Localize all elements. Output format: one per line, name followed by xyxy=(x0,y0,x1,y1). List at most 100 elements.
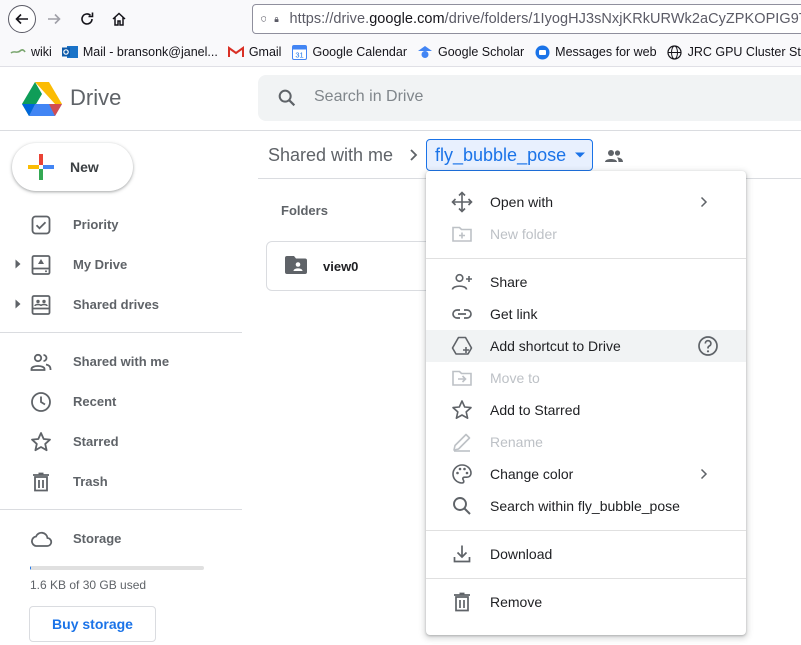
breadcrumb-shared-with-me[interactable]: Shared with me xyxy=(268,145,393,166)
sidebar-item-my-drive[interactable]: My Drive xyxy=(0,244,242,284)
sidebar-item-priority[interactable]: Priority xyxy=(0,204,242,244)
shield-icon xyxy=(261,16,267,22)
sidebar-item-starred[interactable]: Starred xyxy=(0,421,242,461)
menu-item-remove[interactable]: Remove xyxy=(426,586,746,618)
menu-item-download[interactable]: Download xyxy=(426,538,746,570)
bookmark-scholar[interactable]: Google Scholar xyxy=(417,44,524,60)
menu-item-share[interactable]: Share xyxy=(426,266,746,298)
clock-icon xyxy=(31,392,51,412)
home-button[interactable] xyxy=(105,5,133,33)
folder-name: view0 xyxy=(323,259,359,274)
plus-icon xyxy=(28,154,54,180)
arrow-left-icon xyxy=(15,13,28,25)
sidebar-item-recent[interactable]: Recent xyxy=(0,381,242,421)
sidebar-item-shared-drives[interactable]: Shared drives xyxy=(0,284,242,324)
menu-item-open-with[interactable]: Open with xyxy=(426,186,746,218)
caret-right-icon[interactable] xyxy=(14,299,22,309)
svg-text:31: 31 xyxy=(295,50,303,59)
menu-item-label: New folder xyxy=(490,226,557,242)
menu-item-add-to-starred[interactable]: Add to Starred xyxy=(426,394,746,426)
sidebar-item-label: Starred xyxy=(73,433,119,449)
help-icon[interactable] xyxy=(696,334,720,358)
sidebar-item-storage[interactable]: Storage xyxy=(0,518,242,558)
priority-icon xyxy=(31,215,51,235)
bookmark-messages[interactable]: Messages for web xyxy=(534,44,657,60)
search-icon xyxy=(453,497,471,515)
people-icon xyxy=(30,353,52,371)
breadcrumb-current-folder[interactable]: fly_bubble_pose xyxy=(426,139,593,171)
lock-icon xyxy=(275,16,279,22)
bookmark-wiki[interactable]: wiki xyxy=(10,44,52,60)
menu-item-label: Rename xyxy=(490,434,543,450)
sidebar-item-label: Trash xyxy=(73,473,108,489)
drive-header: Drive xyxy=(0,67,801,131)
breadcrumb-folder-label: fly_bubble_pose xyxy=(435,144,567,165)
shared-folder-icon xyxy=(285,256,307,274)
reload-icon xyxy=(81,12,94,25)
bookmark-label: Messages for web xyxy=(555,45,657,59)
menu-item-label: Download xyxy=(490,546,553,562)
storage-bar-fill xyxy=(30,566,31,570)
star-icon xyxy=(452,400,472,419)
menu-item-add-shortcut[interactable]: Add shortcut to Drive xyxy=(426,330,746,362)
scholar-icon xyxy=(417,44,433,60)
menu-item-search-within[interactable]: Search within fly_bubble_pose xyxy=(426,490,746,522)
messages-icon xyxy=(534,44,550,60)
search-input[interactable] xyxy=(314,88,714,106)
menu-item-label: Add shortcut to Drive xyxy=(490,338,621,354)
wiki-icon xyxy=(10,44,26,60)
add-shortcut-icon xyxy=(451,336,473,355)
search-box[interactable] xyxy=(258,75,801,121)
reload-button[interactable] xyxy=(73,5,101,33)
new-folder-icon xyxy=(452,226,472,242)
bookmarks-bar: wiki Mail - bransonk@janel... Gmail 31 G… xyxy=(0,38,801,67)
sidebar-item-label: Shared with me xyxy=(73,353,170,369)
chevron-right-icon xyxy=(410,149,418,161)
people-icon[interactable] xyxy=(604,149,624,163)
menu-item-label: Add to Starred xyxy=(490,402,581,418)
bookmark-mail[interactable]: Mail - bransonk@janel... xyxy=(61,44,218,60)
back-button[interactable] xyxy=(8,5,36,33)
bookmark-label: Google Calendar xyxy=(312,45,407,59)
rename-icon xyxy=(453,433,471,452)
url-bar[interactable]: https://drive.google.com/drive/folders/1… xyxy=(252,4,801,34)
url-text: https://drive.google.com/drive/folders/1… xyxy=(289,11,801,27)
caret-right-icon[interactable] xyxy=(14,259,22,269)
folder-card[interactable]: view0 xyxy=(266,241,446,291)
menu-item-label: Open with xyxy=(490,194,554,210)
browser-toolbar: https://drive.google.com/drive/folders/1… xyxy=(0,0,801,38)
palette-icon xyxy=(452,464,472,484)
bookmark-gpu-cluster[interactable]: JRC GPU Cluster Status xyxy=(667,44,801,60)
buy-storage-button[interactable]: Buy storage xyxy=(29,606,156,642)
menu-item-get-link[interactable]: Get link xyxy=(426,298,746,330)
bookmark-label: wiki xyxy=(31,45,52,59)
menu-item-rename: Rename xyxy=(426,426,746,458)
open-with-icon xyxy=(451,191,473,213)
sidebar-divider xyxy=(0,332,242,333)
trash-icon xyxy=(33,472,49,492)
arrow-right-icon xyxy=(48,13,61,25)
sidebar-item-label: Recent xyxy=(73,393,117,409)
search-icon[interactable] xyxy=(276,87,298,109)
link-icon xyxy=(452,309,472,319)
bookmark-label: Mail - bransonk@janel... xyxy=(82,45,218,59)
sidebar-item-label: Shared drives xyxy=(73,296,159,312)
share-icon xyxy=(451,273,472,290)
new-button[interactable]: New xyxy=(12,143,133,191)
bookmark-gmail[interactable]: Gmail xyxy=(227,44,281,60)
bookmark-calendar[interactable]: 31 Google Calendar xyxy=(291,44,407,60)
storage-used-text: 1.6 KB of 30 GB used xyxy=(30,578,147,592)
sidebar-item-shared-with-me[interactable]: Shared with me xyxy=(0,341,242,381)
sidebar-item-trash[interactable]: Trash xyxy=(0,461,242,501)
menu-item-change-color[interactable]: Change color xyxy=(426,458,746,490)
home-icon xyxy=(112,12,126,26)
menu-item-label: Move to xyxy=(490,370,540,386)
google-drive-logo-icon xyxy=(22,82,62,116)
bookmark-label: Google Scholar xyxy=(437,45,525,59)
menu-item-label: Search within fly_bubble_pose xyxy=(490,498,680,514)
menu-separator xyxy=(426,530,746,531)
forward-button[interactable] xyxy=(40,5,68,33)
menu-item-label: Remove xyxy=(490,594,543,610)
menu-item-label: Get link xyxy=(490,306,538,322)
menu-item-label: Share xyxy=(490,274,528,290)
